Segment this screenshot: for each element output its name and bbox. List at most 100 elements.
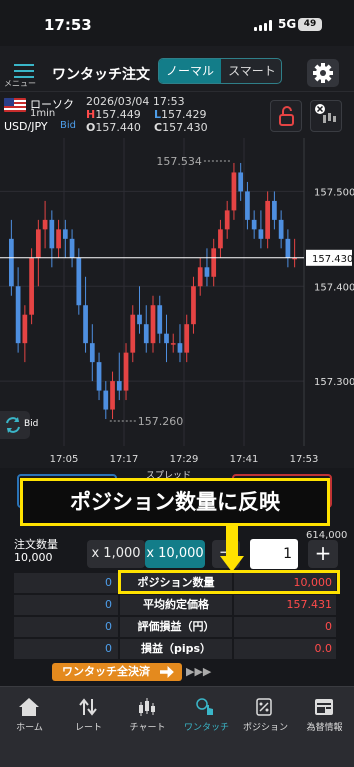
candle-body [265,200,271,239]
candle-body [130,314,136,353]
side-label: Bid [60,120,76,131]
avg-price-label: 平均約定価格 [120,595,232,615]
candle-body [164,333,169,344]
order-qty-label: 注文数量 10,000 [14,538,58,564]
candle-body [285,238,291,258]
swipe-hint: ▶▶▶ [186,665,212,678]
candle-body [150,305,156,344]
timeframe-label: 1min [30,108,56,119]
qty-input[interactable]: 1 [250,539,298,569]
annotation-pointer-icon [220,526,244,572]
candle-body [49,219,55,249]
signal-icon [254,20,272,31]
menu-label: メニュー [4,79,36,88]
x-tick-label: 17:17 [110,454,139,465]
arrow-right-icon [159,666,174,678]
ohlc-open: O157.440 [86,121,141,134]
candle-body [35,229,41,258]
candle-body [157,305,163,334]
chart-icon [139,698,155,716]
candle-body [62,229,68,239]
tab-one-touch[interactable]: ワンタッチ [177,687,236,747]
candle-body [272,200,277,220]
mode-normal-button[interactable]: ノーマル [159,59,221,83]
symbol-info-bar: ローソク 1min USD/JPY Bid 2026/03/04 17:53 H… [0,92,354,138]
candle-body [251,219,257,230]
candle-body [56,229,61,249]
unlock-icon [279,106,294,126]
candle-body [76,257,82,306]
candle-body [69,238,75,258]
candle-body [103,390,109,410]
lock-button[interactable] [270,100,302,132]
status-bar: 17:53 5G 49 [0,0,354,46]
mode-segment: ノーマル スマート [158,58,282,84]
home-icon [19,698,39,716]
candle-body [224,210,230,230]
tab-chart[interactable]: チャート [118,687,177,747]
candle-body [123,352,129,391]
tab-news[interactable]: 為替情報 [295,687,354,747]
candle-body [258,229,264,239]
sell-position-qty: 0 [14,573,118,593]
one-touch-icon [196,698,213,715]
close-all-button[interactable]: ワンタッチ全決済 [52,663,182,681]
buy-pl-yen: 0 [234,617,336,637]
candle-settings-icon [315,104,336,123]
candle-body [238,172,244,192]
candle-body [170,343,176,345]
candle-body [191,286,196,325]
candlestick-chart[interactable]: 17:05 17:17 17:29 17:41 17:53 157.500 157.400 1… [0,138,354,468]
tab-rate[interactable]: レート [59,687,118,747]
candle-body [137,314,142,325]
x-tick-label: 17:53 [290,454,319,465]
toggle-label: Bid [24,419,39,429]
bid-ask-toggle[interactable]: Bid [0,411,38,439]
candle-body [83,305,88,344]
candle-body [204,267,210,277]
pl-yen-label: 評価損益（円） [120,617,232,637]
tab-position[interactable]: ポジション [236,687,295,747]
x-tick-label: 17:29 [170,454,199,465]
x-tick-label: 17:05 [50,454,79,465]
tab-home[interactable]: ホーム [0,687,59,747]
candle-body [231,172,237,211]
candle-body [278,219,284,239]
candle-body [245,191,250,220]
currency-pair[interactable]: USD/JPY [4,120,48,133]
news-icon [315,699,333,715]
x-tick-label: 17:41 [230,454,259,465]
gear-icon [313,63,333,83]
candle-body [177,343,183,353]
order-qty-value: 10,000 [14,551,53,564]
pl-yen-row: 0 評価損益（円） 0 [14,617,336,638]
candle-body [143,324,149,344]
status-time: 17:53 [44,16,92,34]
mode-smart-button[interactable]: スマート [221,59,281,83]
settings-button[interactable] [307,59,339,87]
position-icon [256,698,272,716]
candle-body [96,362,102,391]
sell-avg-price: 0 [14,595,118,615]
buy-pl-pips: 0.0 [234,639,336,659]
y-tick-label: 157.500 [314,187,354,198]
rate-icon [79,698,97,716]
qty-plus-button[interactable]: + [308,540,338,568]
chart-canvas: 17:05 17:17 17:29 17:41 17:53 157.500 157.400 1… [0,138,354,465]
qty-multiplier-1000-button[interactable]: x 1,000 [87,540,145,568]
candle-body [42,219,48,230]
ohlc-close: C157.430 [154,121,208,134]
battery-icon: 49 [298,18,322,31]
ohlc-datetime: 2026/03/04 17:53 [86,95,185,108]
ohlc-high: H157.449 [86,108,141,121]
candle-body [197,267,203,287]
candle-body [22,314,28,344]
sell-pl-pips: 0 [14,639,118,659]
indicator-button[interactable] [310,100,342,132]
candle-body [110,381,115,410]
annotation-highlight [118,570,340,594]
page-title: ワンタッチ注文 [52,67,150,83]
pl-pips-row: 0 損益（pips） 0.0 [14,639,336,660]
candle-body [29,257,34,315]
qty-multiplier-10000-button[interactable]: x 10,000 [145,540,205,568]
